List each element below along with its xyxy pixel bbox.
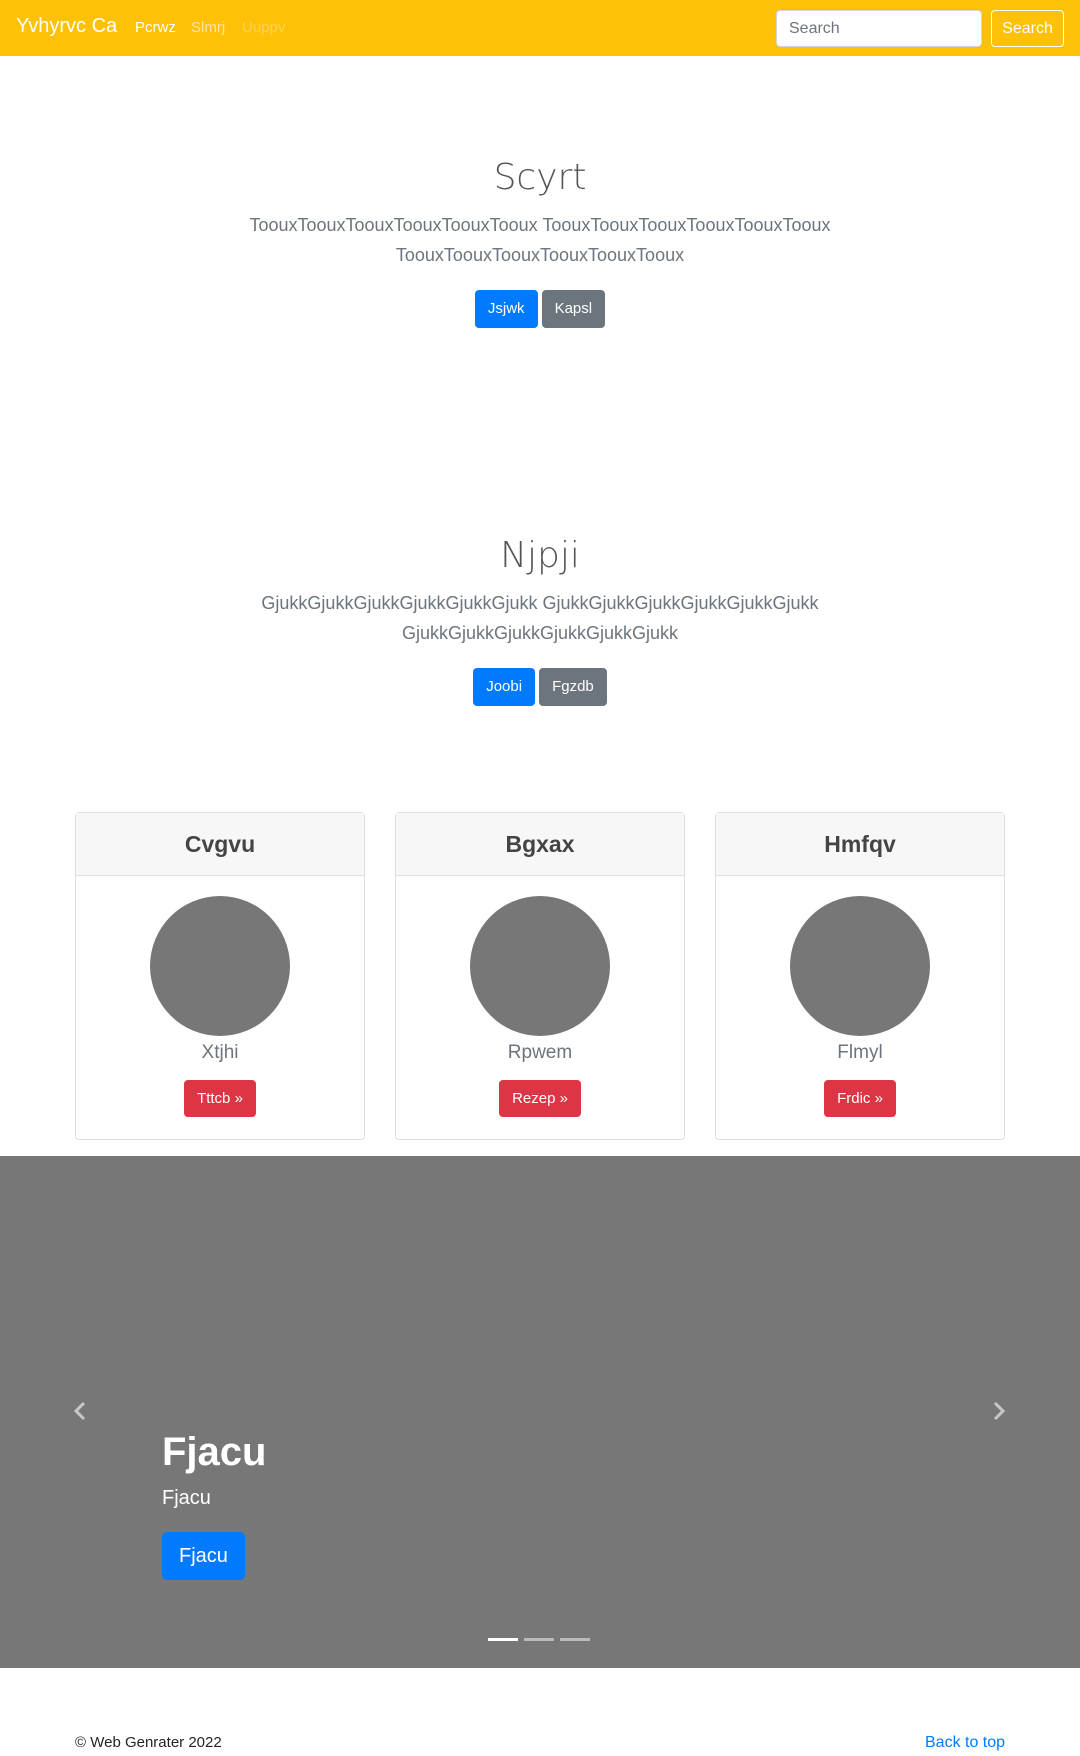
nav-link-slmrj[interactable]: Slmrj: [191, 19, 225, 36]
card-button[interactable]: Rezep »: [499, 1080, 581, 1117]
card: Bgxax Rpwem Rezep »: [395, 812, 685, 1140]
navbar: Yvhyrvc Ca Pcrwz Slmrj Uuppv Search: [0, 0, 1080, 56]
card-image-placeholder: [790, 896, 930, 1036]
hero-buttons: Jsjwk Kapsl: [0, 290, 1080, 328]
card-body: Rpwem Rezep »: [396, 896, 684, 1117]
carousel-indicator[interactable]: [560, 1638, 590, 1641]
nav-link-uuppv[interactable]: Uuppv: [242, 19, 285, 36]
card-header: Bgxax: [396, 813, 684, 876]
carousel-indicators: [488, 1638, 590, 1641]
hero-secondary-button[interactable]: Kapsl: [541, 290, 606, 328]
footer-copyright: © Web Genrater 2022: [75, 1734, 222, 1751]
card-body: Xtjhi Tttcb »: [76, 896, 364, 1117]
carousel-indicator[interactable]: [488, 1638, 518, 1641]
card: Cvgvu Xtjhi Tttcb »: [75, 812, 365, 1140]
card-text: Flmyl: [837, 1042, 883, 1063]
card-header: Hmfqv: [716, 813, 1004, 876]
hero-section-1: Scyrt ToouxToouxToouxToouxToouxTooux Too…: [0, 156, 1080, 328]
hero-secondary-button[interactable]: Fgzdb: [539, 668, 607, 706]
hero-lead: ToouxToouxToouxToouxToouxTooux ToouxToou…: [249, 215, 831, 265]
brand-logo[interactable]: Yvhyrvc Ca: [16, 15, 117, 38]
card-image-placeholder: [150, 896, 290, 1036]
card-body: Flmyl Frdic »: [716, 896, 1004, 1117]
carousel-indicator[interactable]: [524, 1638, 554, 1641]
carousel-caption-text: Fjacu: [162, 1487, 211, 1509]
hero-primary-button[interactable]: Joobi: [473, 668, 536, 706]
carousel-caption-title: Fjacu: [162, 1430, 267, 1474]
card-button[interactable]: Frdic »: [824, 1080, 896, 1117]
hero-lead: GjukkGjukkGjukkGjukkGjukkGjukk GjukkGjuk…: [261, 593, 819, 643]
hero-buttons: Joobi Fgzdb: [0, 668, 1080, 706]
nav-link-pcrwz[interactable]: Pcrwz: [135, 19, 176, 36]
card-image-placeholder: [470, 896, 610, 1036]
search-button[interactable]: Search: [991, 10, 1064, 47]
back-to-top-link[interactable]: Back to top: [925, 1734, 1005, 1752]
chevron-left-icon[interactable]: [69, 1399, 93, 1423]
carousel-caption-button[interactable]: Fjacu: [162, 1532, 245, 1580]
carousel: Fjacu Fjacu Fjacu: [0, 1156, 1080, 1668]
hero-title: Njpji: [500, 535, 580, 576]
card: Hmfqv Flmyl Frdic »: [715, 812, 1005, 1140]
card-header: Cvgvu: [76, 813, 364, 876]
hero-title: Scyrt: [493, 157, 587, 198]
chevron-right-icon[interactable]: [986, 1399, 1010, 1423]
hero-primary-button[interactable]: Jsjwk: [474, 290, 538, 328]
card-text: Xtjhi: [201, 1042, 239, 1063]
hero-section-2: Njpji GjukkGjukkGjukkGjukkGjukkGjukk Gju…: [0, 534, 1080, 706]
card-text: Rpwem: [507, 1042, 573, 1063]
search-input[interactable]: [776, 10, 982, 47]
card-button[interactable]: Tttcb »: [184, 1080, 256, 1117]
